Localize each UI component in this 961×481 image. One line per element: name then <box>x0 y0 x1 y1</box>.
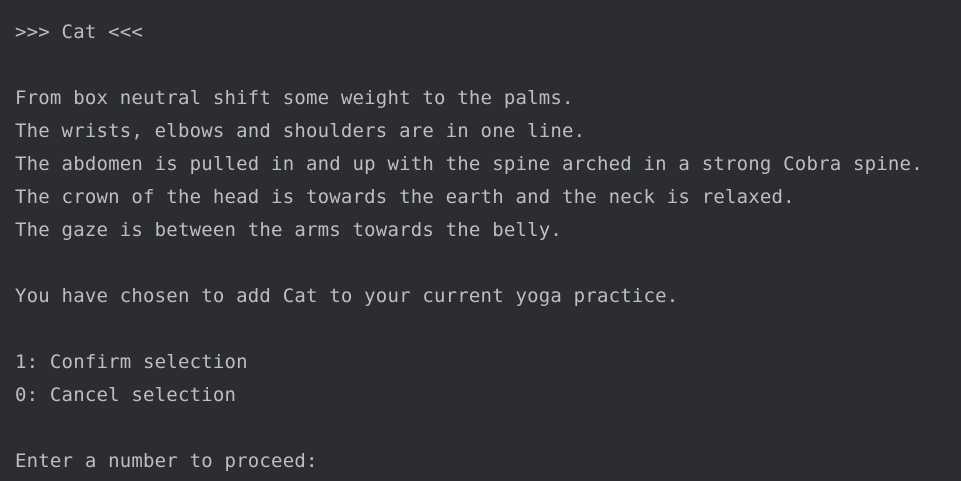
description-line: The crown of the head is towards the ear… <box>15 186 795 208</box>
pose-header: >>> Cat <<< <box>15 21 144 43</box>
selection-message: You have chosen to add Cat to your curre… <box>15 285 679 307</box>
option-confirm: 1: Confirm selection <box>15 351 248 373</box>
input-prompt[interactable]: Enter a number to proceed: <box>15 445 961 478</box>
description-line: The wrists, elbows and shoulders are in … <box>15 120 586 142</box>
console-output: >>> Cat <<< From box neutral shift some … <box>0 0 961 481</box>
description-line: The gaze is between the arms towards the… <box>15 219 563 241</box>
description-line: The abdomen is pulled in and up with the… <box>15 153 923 175</box>
option-cancel: 0: Cancel selection <box>15 384 237 406</box>
description-line: From box neutral shift some weight to th… <box>15 87 574 109</box>
